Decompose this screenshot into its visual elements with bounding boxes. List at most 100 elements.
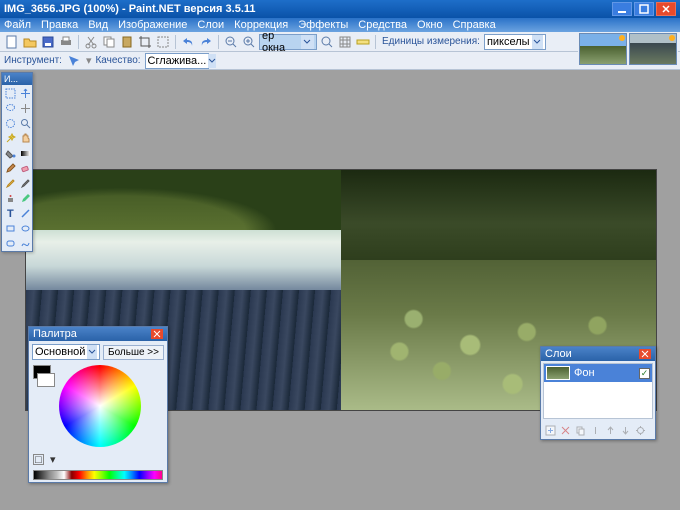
color-channel-dropdown[interactable]: Основной (32, 344, 100, 360)
line-tool[interactable] (18, 206, 32, 220)
layers-header[interactable]: Слои (541, 347, 655, 361)
menu-help[interactable]: Справка (453, 19, 496, 31)
open-icon[interactable] (22, 34, 38, 50)
ellipse-select-tool[interactable] (3, 116, 17, 130)
copy-icon[interactable] (101, 34, 117, 50)
layer-visible-checkbox[interactable]: ✓ (639, 368, 650, 379)
delete-layer-icon[interactable] (558, 423, 572, 437)
duplicate-layer-icon[interactable] (573, 423, 587, 437)
close-icon[interactable] (151, 329, 163, 339)
quality-label: Качество: (95, 55, 140, 66)
layers-list: Фон ✓ (543, 363, 653, 419)
rect-select-tool[interactable] (3, 86, 17, 100)
layer-item[interactable]: Фон ✓ (544, 364, 652, 382)
wand-tool[interactable] (3, 131, 17, 145)
undo-icon[interactable] (180, 34, 196, 50)
close-icon[interactable] (639, 349, 651, 359)
palette-title: Палитра (33, 328, 77, 340)
thumb-2[interactable] (629, 33, 677, 65)
paste-icon[interactable] (119, 34, 135, 50)
layers-window[interactable]: Слои Фон ✓ (540, 346, 656, 440)
menubar: Файл Правка Вид Изображение Слои Коррекц… (0, 18, 680, 32)
text-tool[interactable]: T (3, 206, 17, 220)
pencil-tool[interactable] (3, 176, 17, 190)
lasso-tool[interactable] (3, 101, 17, 115)
gradient-tool[interactable] (18, 146, 32, 160)
add-layer-icon[interactable] (543, 423, 557, 437)
more-button[interactable]: Больше >> (103, 345, 164, 360)
menu-view[interactable]: Вид (88, 19, 108, 31)
units-dropdown[interactable]: пикселы (484, 34, 546, 50)
chevron-down-icon (208, 54, 216, 68)
thumb-1[interactable] (579, 33, 627, 65)
window-title: IMG_3656.JPG (100%) - Paint.NET версия 3… (4, 3, 610, 15)
palette-header[interactable]: Палитра (29, 327, 167, 341)
rounded-rect-tool[interactable] (3, 236, 17, 250)
color-swatches (33, 365, 55, 447)
new-icon[interactable] (4, 34, 20, 50)
actual-size-icon[interactable] (319, 34, 335, 50)
color-ramp[interactable] (33, 470, 163, 480)
quality-dropdown[interactable]: Сглажива... (145, 53, 209, 69)
crop-icon[interactable] (137, 34, 153, 50)
menu-file[interactable]: Файл (4, 19, 31, 31)
zoomin-icon[interactable] (241, 34, 257, 50)
layer-thumbnail (546, 366, 570, 380)
menu-image[interactable]: Изображение (118, 19, 187, 31)
zoomout-icon[interactable] (223, 34, 239, 50)
merge-down-icon[interactable] (588, 423, 602, 437)
titlebar: IMG_3656.JPG (100%) - Paint.NET версия 3… (0, 0, 680, 18)
save-icon[interactable] (40, 34, 56, 50)
chevron-down-icon (301, 35, 314, 49)
menu-effects[interactable]: Эффекты (298, 19, 348, 31)
cut-icon[interactable] (83, 34, 99, 50)
move-down-icon[interactable] (618, 423, 632, 437)
separator (375, 35, 376, 49)
background-swatch[interactable] (37, 373, 55, 387)
menu-layers[interactable]: Слои (197, 19, 224, 31)
move-tool[interactable] (18, 86, 32, 100)
picker-tool[interactable] (18, 176, 32, 190)
clone-tool[interactable] (3, 191, 17, 205)
zoom-tool[interactable] (18, 116, 32, 130)
close-button[interactable] (656, 2, 676, 16)
deselect-icon[interactable] (155, 34, 171, 50)
fill-tool[interactable] (3, 146, 17, 160)
current-tool-icon[interactable] (66, 53, 82, 69)
manage-swatch-icon[interactable]: ▾ (50, 453, 56, 466)
tools-window[interactable]: И... T (1, 72, 33, 252)
layers-title: Слои (545, 348, 572, 360)
menu-tools[interactable]: Средства (358, 19, 407, 31)
units-value: пикселы (487, 36, 530, 48)
brush-tool[interactable] (3, 161, 17, 175)
color-wheel[interactable] (59, 365, 141, 447)
menu-edit[interactable]: Правка (41, 19, 78, 31)
pan-tool[interactable] (18, 131, 32, 145)
redo-icon[interactable] (198, 34, 214, 50)
maximize-button[interactable] (634, 2, 654, 16)
add-swatch-icon[interactable]: □ (33, 454, 44, 465)
fit-dropdown[interactable]: ер окна (259, 34, 317, 50)
palette-window[interactable]: Палитра Основной Больше >> □ ▾ (28, 326, 168, 483)
layers-buttons (541, 421, 655, 439)
minimize-button[interactable] (612, 2, 632, 16)
menu-window[interactable]: Окно (417, 19, 443, 31)
separator (175, 35, 176, 49)
ellipse-tool[interactable] (18, 221, 32, 235)
rect-tool[interactable] (3, 221, 17, 235)
move-selection-tool[interactable] (18, 101, 32, 115)
chevron-down-icon (532, 35, 543, 49)
tools-window-title[interactable]: И... (2, 73, 32, 85)
chevron-down-icon (87, 345, 97, 359)
fit-value: ер окна (262, 30, 299, 54)
grid-icon[interactable] (337, 34, 353, 50)
layer-name: Фон (574, 367, 595, 379)
quality-value: Сглажива... (148, 55, 207, 67)
recolor-tool[interactable] (18, 191, 32, 205)
freeform-tool[interactable] (18, 236, 32, 250)
ruler-icon[interactable] (355, 34, 371, 50)
properties-icon[interactable] (633, 423, 647, 437)
eraser-tool[interactable] (18, 161, 32, 175)
move-up-icon[interactable] (603, 423, 617, 437)
print-icon[interactable] (58, 34, 74, 50)
